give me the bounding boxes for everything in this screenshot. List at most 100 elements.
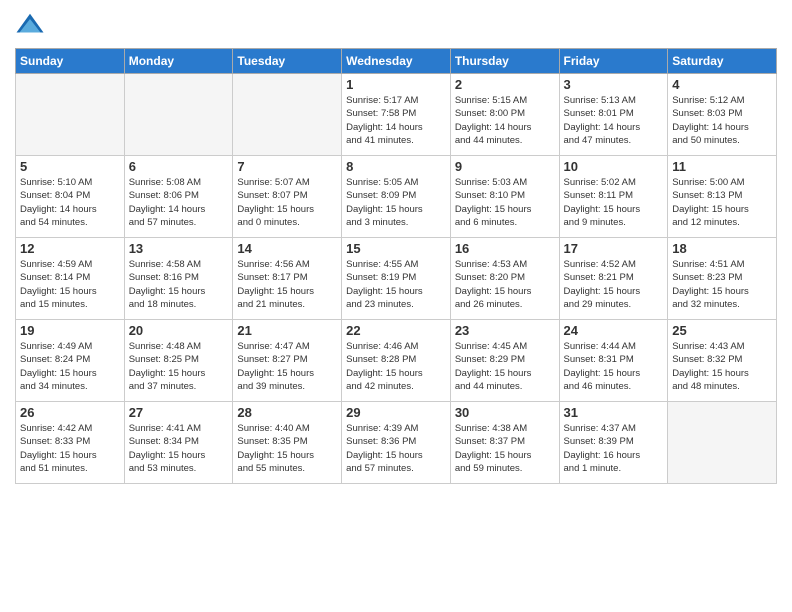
day-number: 25 bbox=[672, 323, 772, 338]
day-info: Sunrise: 5:05 AM Sunset: 8:09 PM Dayligh… bbox=[346, 176, 446, 229]
day-number: 16 bbox=[455, 241, 555, 256]
calendar-cell: 10 Sunrise: 5:02 AM Sunset: 8:11 PM Dayli… bbox=[559, 156, 668, 238]
day-number: 28 bbox=[237, 405, 337, 420]
day-info: Sunrise: 5:10 AM Sunset: 8:04 PM Dayligh… bbox=[20, 176, 120, 229]
calendar-cell: 1 Sunrise: 5:17 AM Sunset: 7:58 PM Daylig… bbox=[342, 74, 451, 156]
calendar-cell: 30 Sunrise: 4:38 AM Sunset: 8:37 PM Dayli… bbox=[450, 402, 559, 484]
day-info: Sunrise: 5:12 AM Sunset: 8:03 PM Dayligh… bbox=[672, 94, 772, 147]
day-number: 23 bbox=[455, 323, 555, 338]
day-info: Sunrise: 4:44 AM Sunset: 8:31 PM Dayligh… bbox=[564, 340, 664, 393]
day-info: Sunrise: 4:42 AM Sunset: 8:33 PM Dayligh… bbox=[20, 422, 120, 475]
day-number: 18 bbox=[672, 241, 772, 256]
calendar-cell bbox=[124, 74, 233, 156]
calendar-cell: 2Sunrise: 5:15 AM Sunset: 8:00 PM Daylig… bbox=[450, 74, 559, 156]
calendar-cell: 17 Sunrise: 4:52 AM Sunset: 8:21 PM Dayli… bbox=[559, 238, 668, 320]
day-info: Sunrise: 5:07 AM Sunset: 8:07 PM Dayligh… bbox=[237, 176, 337, 229]
calendar-cell: 25 Sunrise: 4:43 AM Sunset: 8:32 PM Dayli… bbox=[668, 320, 777, 402]
calendar-cell: 14 Sunrise: 4:56 AM Sunset: 8:17 PM Dayli… bbox=[233, 238, 342, 320]
day-number: 14 bbox=[237, 241, 337, 256]
day-header-friday: Friday bbox=[559, 49, 668, 74]
calendar-cell: 31 Sunrise: 4:37 AM Sunset: 8:39 PM Dayli… bbox=[559, 402, 668, 484]
day-number: 11 bbox=[672, 159, 772, 174]
day-number: 27 bbox=[129, 405, 229, 420]
week-row-2: 5 Sunrise: 5:10 AM Sunset: 8:04 PM Daylig… bbox=[16, 156, 777, 238]
calendar-cell bbox=[16, 74, 125, 156]
calendar-cell: 11Sunrise: 5:00 AM Sunset: 8:13 PM Dayli… bbox=[668, 156, 777, 238]
calendar-cell: 9 Sunrise: 5:03 AM Sunset: 8:10 PM Daylig… bbox=[450, 156, 559, 238]
day-info: Sunrise: 4:59 AM Sunset: 8:14 PM Dayligh… bbox=[20, 258, 120, 311]
calendar-table: SundayMondayTuesdayWednesdayThursdayFrid… bbox=[15, 48, 777, 484]
day-number: 29 bbox=[346, 405, 446, 420]
day-number: 30 bbox=[455, 405, 555, 420]
day-number: 17 bbox=[564, 241, 664, 256]
page: SundayMondayTuesdayWednesdayThursdayFrid… bbox=[0, 0, 792, 612]
week-row-5: 26 Sunrise: 4:42 AM Sunset: 8:33 PM Dayli… bbox=[16, 402, 777, 484]
day-number: 31 bbox=[564, 405, 664, 420]
calendar-cell: 13 Sunrise: 4:58 AM Sunset: 8:16 PM Dayli… bbox=[124, 238, 233, 320]
calendar-cell: 3 Sunrise: 5:13 AM Sunset: 8:01 PM Daylig… bbox=[559, 74, 668, 156]
calendar-cell: 23 Sunrise: 4:45 AM Sunset: 8:29 PM Dayli… bbox=[450, 320, 559, 402]
day-info: Sunrise: 4:49 AM Sunset: 8:24 PM Dayligh… bbox=[20, 340, 120, 393]
logo bbox=[15, 10, 49, 40]
day-number: 10 bbox=[564, 159, 664, 174]
day-number: 24 bbox=[564, 323, 664, 338]
day-info: Sunrise: 5:02 AM Sunset: 8:11 PM Dayligh… bbox=[564, 176, 664, 229]
week-row-4: 19Sunrise: 4:49 AM Sunset: 8:24 PM Dayli… bbox=[16, 320, 777, 402]
calendar-cell: 21 Sunrise: 4:47 AM Sunset: 8:27 PM Dayli… bbox=[233, 320, 342, 402]
calendar-cell: 6 Sunrise: 5:08 AM Sunset: 8:06 PM Daylig… bbox=[124, 156, 233, 238]
days-header-row: SundayMondayTuesdayWednesdayThursdayFrid… bbox=[16, 49, 777, 74]
day-info: Sunrise: 4:46 AM Sunset: 8:28 PM Dayligh… bbox=[346, 340, 446, 393]
calendar-cell: 18Sunrise: 4:51 AM Sunset: 8:23 PM Dayli… bbox=[668, 238, 777, 320]
week-row-3: 12 Sunrise: 4:59 AM Sunset: 8:14 PM Dayli… bbox=[16, 238, 777, 320]
calendar-cell: 12 Sunrise: 4:59 AM Sunset: 8:14 PM Dayli… bbox=[16, 238, 125, 320]
header bbox=[15, 10, 777, 40]
day-info: Sunrise: 4:37 AM Sunset: 8:39 PM Dayligh… bbox=[564, 422, 664, 475]
calendar-cell: 28 Sunrise: 4:40 AM Sunset: 8:35 PM Dayli… bbox=[233, 402, 342, 484]
day-info: Sunrise: 4:56 AM Sunset: 8:17 PM Dayligh… bbox=[237, 258, 337, 311]
calendar-cell: 16Sunrise: 4:53 AM Sunset: 8:20 PM Dayli… bbox=[450, 238, 559, 320]
calendar-cell bbox=[668, 402, 777, 484]
calendar-cell: 7 Sunrise: 5:07 AM Sunset: 8:07 PM Daylig… bbox=[233, 156, 342, 238]
day-info: Sunrise: 4:55 AM Sunset: 8:19 PM Dayligh… bbox=[346, 258, 446, 311]
day-info: Sunrise: 4:39 AM Sunset: 8:36 PM Dayligh… bbox=[346, 422, 446, 475]
day-info: Sunrise: 4:52 AM Sunset: 8:21 PM Dayligh… bbox=[564, 258, 664, 311]
calendar-cell: 15 Sunrise: 4:55 AM Sunset: 8:19 PM Dayli… bbox=[342, 238, 451, 320]
day-info: Sunrise: 4:38 AM Sunset: 8:37 PM Dayligh… bbox=[455, 422, 555, 475]
day-info: Sunrise: 4:43 AM Sunset: 8:32 PM Dayligh… bbox=[672, 340, 772, 393]
day-info: Sunrise: 4:45 AM Sunset: 8:29 PM Dayligh… bbox=[455, 340, 555, 393]
day-number: 20 bbox=[129, 323, 229, 338]
day-number: 7 bbox=[237, 159, 337, 174]
calendar-cell: 29 Sunrise: 4:39 AM Sunset: 8:36 PM Dayli… bbox=[342, 402, 451, 484]
day-number: 15 bbox=[346, 241, 446, 256]
logo-icon bbox=[15, 10, 45, 40]
day-number: 13 bbox=[129, 241, 229, 256]
day-info: Sunrise: 5:08 AM Sunset: 8:06 PM Dayligh… bbox=[129, 176, 229, 229]
day-number: 6 bbox=[129, 159, 229, 174]
day-header-thursday: Thursday bbox=[450, 49, 559, 74]
day-info: Sunrise: 4:41 AM Sunset: 8:34 PM Dayligh… bbox=[129, 422, 229, 475]
day-info: Sunrise: 4:47 AM Sunset: 8:27 PM Dayligh… bbox=[237, 340, 337, 393]
day-info: Sunrise: 4:58 AM Sunset: 8:16 PM Dayligh… bbox=[129, 258, 229, 311]
day-info: Sunrise: 5:17 AM Sunset: 7:58 PM Dayligh… bbox=[346, 94, 446, 147]
day-info: Sunrise: 5:03 AM Sunset: 8:10 PM Dayligh… bbox=[455, 176, 555, 229]
day-number: 9 bbox=[455, 159, 555, 174]
day-number: 8 bbox=[346, 159, 446, 174]
day-number: 5 bbox=[20, 159, 120, 174]
day-header-sunday: Sunday bbox=[16, 49, 125, 74]
day-number: 21 bbox=[237, 323, 337, 338]
calendar-cell: 20Sunrise: 4:48 AM Sunset: 8:25 PM Dayli… bbox=[124, 320, 233, 402]
day-number: 12 bbox=[20, 241, 120, 256]
day-number: 26 bbox=[20, 405, 120, 420]
calendar-cell bbox=[233, 74, 342, 156]
week-row-1: 1 Sunrise: 5:17 AM Sunset: 7:58 PM Daylig… bbox=[16, 74, 777, 156]
day-number: 22 bbox=[346, 323, 446, 338]
calendar-cell: 22 Sunrise: 4:46 AM Sunset: 8:28 PM Dayli… bbox=[342, 320, 451, 402]
day-number: 4 bbox=[672, 77, 772, 92]
day-header-monday: Monday bbox=[124, 49, 233, 74]
day-number: 3 bbox=[564, 77, 664, 92]
calendar-cell: 19Sunrise: 4:49 AM Sunset: 8:24 PM Dayli… bbox=[16, 320, 125, 402]
calendar-cell: 26 Sunrise: 4:42 AM Sunset: 8:33 PM Dayli… bbox=[16, 402, 125, 484]
day-number: 1 bbox=[346, 77, 446, 92]
day-info: Sunrise: 4:40 AM Sunset: 8:35 PM Dayligh… bbox=[237, 422, 337, 475]
day-info: Sunrise: 5:13 AM Sunset: 8:01 PM Dayligh… bbox=[564, 94, 664, 147]
